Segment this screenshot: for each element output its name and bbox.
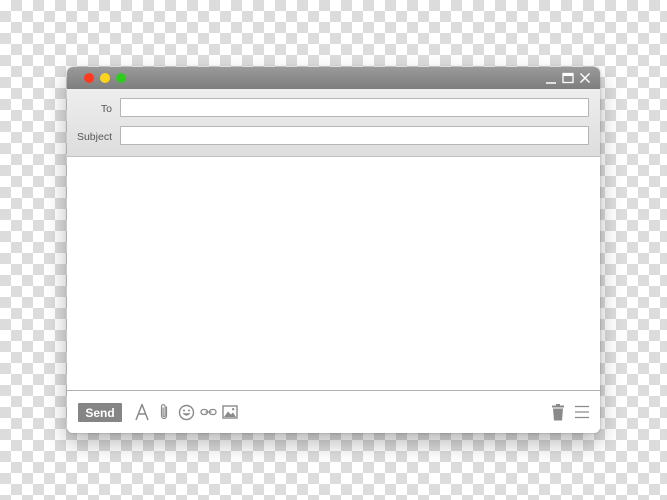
compose-toolbar: Send [67, 390, 600, 433]
title-bar[interactable] [67, 67, 600, 89]
link-icon[interactable] [199, 403, 217, 421]
image-icon[interactable] [221, 403, 239, 421]
emoji-icon[interactable] [177, 403, 195, 421]
paperclip-icon[interactable] [155, 403, 173, 421]
menu-icon[interactable] [573, 403, 591, 421]
subject-field[interactable] [120, 126, 589, 145]
maximize-icon[interactable] [561, 71, 575, 85]
send-button[interactable]: Send [78, 403, 122, 422]
compose-header: To Subject [67, 89, 600, 157]
minimize-window-button[interactable] [100, 73, 110, 83]
close-window-button[interactable] [84, 73, 94, 83]
trash-icon[interactable] [549, 403, 567, 421]
font-icon[interactable] [133, 403, 151, 421]
minimize-icon[interactable] [544, 71, 558, 85]
message-body[interactable] [67, 157, 600, 390]
close-icon[interactable] [578, 71, 592, 85]
compose-window: To Subject Send [67, 67, 600, 433]
to-field[interactable] [120, 98, 589, 117]
to-label: To [100, 103, 112, 115]
zoom-window-button[interactable] [116, 73, 126, 83]
subject-label: Subject [76, 131, 112, 143]
